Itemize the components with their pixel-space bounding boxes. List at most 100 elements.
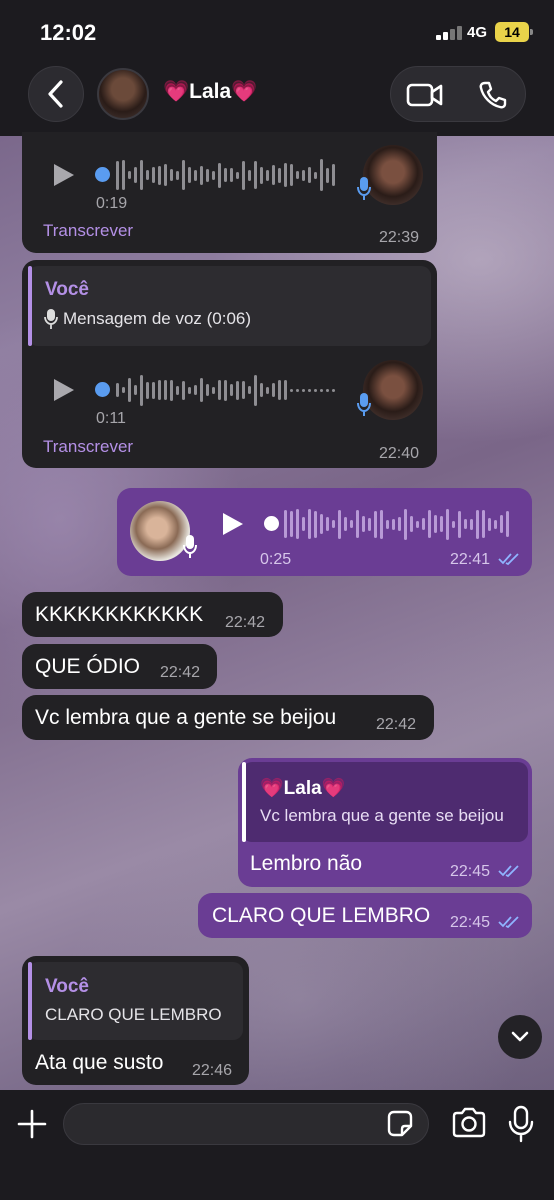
waveform-bar <box>158 165 161 185</box>
chevron-down-icon <box>511 1031 529 1042</box>
waveform-bar <box>452 520 455 528</box>
waveform[interactable] <box>116 372 335 408</box>
microphone-icon <box>44 309 58 329</box>
waveform-bar <box>326 388 329 392</box>
microphone-icon <box>357 393 371 416</box>
microphone-icon <box>357 177 371 200</box>
waveform-bar <box>290 388 293 392</box>
waveform-bar <box>242 381 245 399</box>
waveform-bar <box>302 388 305 392</box>
message-time: 22:41 <box>450 551 491 568</box>
waveform-bar <box>416 520 419 528</box>
reply-sender: Você <box>45 976 90 997</box>
attach-button[interactable] <box>14 1106 50 1142</box>
double-check-icon <box>498 553 519 566</box>
waveform-bar <box>428 510 431 538</box>
waveform-bar <box>296 509 299 539</box>
reply-quote[interactable] <box>242 762 528 842</box>
waveform-bar <box>260 383 263 397</box>
waveform-bar <box>230 168 233 182</box>
message-time: 22:42 <box>160 664 201 681</box>
waveform[interactable] <box>116 157 335 193</box>
waveform-bar <box>170 379 173 401</box>
message-time: 22:42 <box>376 716 417 733</box>
waveform-bar <box>254 374 257 406</box>
waveform-bar <box>146 381 149 399</box>
message-time: 22:39 <box>379 229 420 246</box>
message-text: Ata que susto <box>35 1051 164 1074</box>
waveform-bar <box>176 170 179 180</box>
waveform[interactable] <box>284 506 509 542</box>
waveform-bar <box>410 516 413 532</box>
scroll-down-button[interactable] <box>498 1015 542 1059</box>
waveform-bar <box>404 508 407 540</box>
transcribe-link[interactable]: Transcrever <box>43 437 133 457</box>
voice-call-button[interactable] <box>459 67 527 123</box>
waveform-bar <box>374 510 377 538</box>
waveform-bar <box>194 169 197 181</box>
transcribe-link[interactable]: Transcrever <box>43 221 133 241</box>
message-text: Vc lembra que a gente se beijou <box>35 706 337 729</box>
message-input[interactable] <box>63 1103 429 1145</box>
waveform-bar <box>482 510 485 538</box>
contact-avatar[interactable] <box>97 68 149 120</box>
contact-name[interactable]: 💗Lala💗 <box>163 80 257 104</box>
waveform-bar <box>302 517 305 531</box>
back-chevron-icon <box>48 80 63 108</box>
unplayed-dot <box>95 382 110 397</box>
message-time: 22:46 <box>192 1062 233 1079</box>
waveform-bar <box>284 510 287 538</box>
play-icon[interactable] <box>223 513 243 535</box>
waveform-bar <box>170 169 173 181</box>
waveform-bar <box>464 519 467 529</box>
waveform-bar <box>260 166 263 184</box>
plus-icon <box>17 1109 47 1139</box>
waveform-bar <box>308 167 311 183</box>
back-button[interactable] <box>28 66 84 122</box>
waveform-bar <box>296 388 299 392</box>
waveform-bar <box>254 161 257 189</box>
waveform-bar <box>134 167 137 183</box>
voice-duration: 0:11 <box>96 410 126 427</box>
waveform-bar <box>236 380 239 400</box>
reply-text: Vc lembra que a gente se beijou <box>260 806 504 825</box>
waveform-bar <box>230 384 233 396</box>
message-text: CLARO QUE LEMBRO <box>212 904 431 927</box>
waveform-bar <box>308 509 311 539</box>
waveform-bar <box>350 520 353 528</box>
reply-quote[interactable] <box>28 962 243 1040</box>
waveform-bar <box>332 388 335 392</box>
waveform-bar <box>128 171 131 179</box>
camera-icon <box>452 1107 486 1138</box>
video-call-button[interactable] <box>391 67 459 123</box>
waveform-bar <box>344 517 347 531</box>
reply-text: CLARO QUE LEMBRO <box>45 1005 222 1024</box>
waveform-bar <box>362 516 365 532</box>
waveform-bar <box>284 163 287 187</box>
waveform-bar <box>206 168 209 182</box>
waveform-bar <box>278 380 281 400</box>
sender-avatar <box>363 360 423 420</box>
voice-duration: 0:25 <box>260 551 292 568</box>
waveform-bar <box>182 160 185 190</box>
camera-button[interactable] <box>450 1106 488 1142</box>
waveform-bar <box>182 380 185 400</box>
waveform-bar <box>212 170 215 180</box>
waveform-bar <box>326 167 329 183</box>
waveform-bar <box>266 169 269 181</box>
waveform-bar <box>212 386 215 394</box>
waveform-bar <box>272 383 275 397</box>
play-icon[interactable] <box>54 164 74 186</box>
waveform-bar <box>272 165 275 185</box>
waveform-bar <box>476 509 479 539</box>
voice-record-button[interactable] <box>506 1105 536 1143</box>
reply-quote[interactable] <box>28 266 431 346</box>
waveform-bar <box>200 378 203 402</box>
sticker-icon <box>387 1110 413 1137</box>
waveform-bar <box>116 160 119 190</box>
sticker-button[interactable] <box>385 1109 415 1139</box>
waveform-bar <box>188 386 191 394</box>
play-icon[interactable] <box>54 379 74 401</box>
waveform-bar <box>290 164 293 186</box>
waveform-bar <box>128 378 131 402</box>
